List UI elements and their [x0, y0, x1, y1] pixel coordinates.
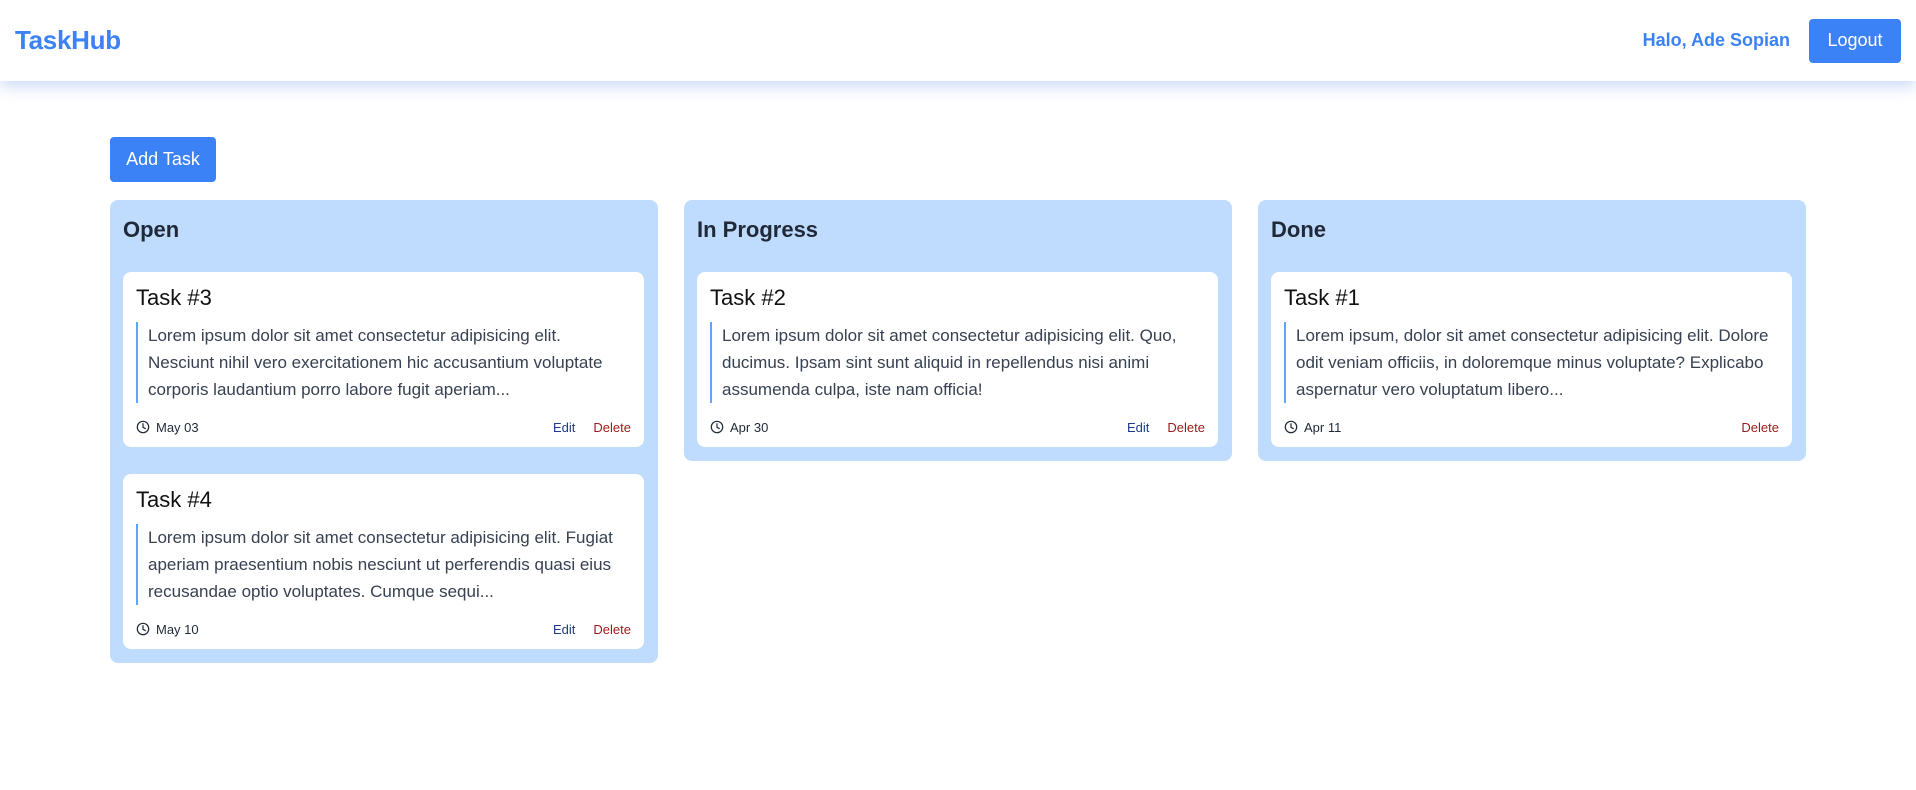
delete-link[interactable]: Delete: [593, 622, 631, 637]
task-card[interactable]: Task #3 Lorem ipsum dolor sit amet conse…: [123, 272, 644, 447]
task-card[interactable]: Task #2 Lorem ipsum dolor sit amet conse…: [697, 272, 1218, 447]
column-title: In Progress: [697, 217, 819, 242]
add-task-button[interactable]: Add Task: [110, 137, 216, 182]
task-title: Task #3: [136, 285, 212, 310]
edit-link[interactable]: Edit: [553, 622, 575, 637]
task-date-text: Apr 30: [730, 419, 769, 435]
task-date: May 10: [136, 622, 199, 637]
clock-icon: [136, 420, 150, 434]
delete-link[interactable]: Delete: [1167, 420, 1205, 435]
task-footer: May 03 Edit Delete: [136, 417, 631, 437]
task-actions: Edit Delete: [553, 420, 631, 435]
task-footer: May 10 Edit Delete: [136, 619, 631, 639]
task-footer: Apr 30 Edit Delete: [710, 417, 1205, 437]
task-footer: Apr 11 Delete: [1284, 417, 1779, 437]
task-date-text: May 10: [156, 621, 199, 637]
task-date: Apr 30: [710, 420, 768, 435]
task-date-text: May 03: [156, 419, 199, 435]
column-done: Done Task #1 Lorem ipsum, dolor sit amet…: [1258, 200, 1806, 461]
user-area: Halo, Ade Sopian Logout: [1642, 18, 1901, 63]
task-date: Apr 11: [1284, 420, 1341, 435]
column-title: Done: [1271, 217, 1326, 242]
column-in-progress: In Progress Task #2 Lorem ipsum dolor si…: [684, 200, 1232, 461]
top-navbar: TaskHub Halo, Ade Sopian Logout: [0, 0, 1916, 81]
task-title: Task #2: [710, 285, 786, 310]
delete-link[interactable]: Delete: [593, 420, 631, 435]
task-actions: Delete: [1741, 420, 1779, 435]
task-description: Lorem ipsum dolor sit amet consectetur a…: [136, 322, 631, 403]
task-actions: Edit Delete: [1127, 420, 1205, 435]
column-title: Open: [123, 217, 180, 242]
task-description: Lorem ipsum dolor sit amet consectetur a…: [710, 322, 1205, 403]
task-card[interactable]: Task #1 Lorem ipsum, dolor sit amet cons…: [1271, 272, 1792, 447]
logout-button[interactable]: Logout: [1809, 18, 1901, 63]
task-description: Lorem ipsum dolor sit amet consectetur a…: [136, 524, 631, 605]
brand-logo[interactable]: TaskHub: [15, 25, 121, 56]
clock-icon: [1284, 420, 1298, 434]
task-description: Lorem ipsum, dolor sit amet consectetur …: [1284, 322, 1779, 403]
task-date: May 03: [136, 420, 199, 435]
delete-link[interactable]: Delete: [1741, 420, 1779, 435]
clock-icon: [136, 622, 150, 636]
user-greeting: Halo, Ade Sopian: [1642, 30, 1790, 50]
task-date-text: Apr 11: [1304, 419, 1342, 435]
edit-link[interactable]: Edit: [1127, 420, 1149, 435]
task-card[interactable]: Task #4 Lorem ipsum dolor sit amet conse…: [123, 474, 644, 649]
task-actions: Edit Delete: [553, 622, 631, 637]
column-open: Open Task #3 Lorem ipsum dolor sit amet …: [110, 200, 658, 663]
edit-link[interactable]: Edit: [553, 420, 575, 435]
clock-icon: [710, 420, 724, 434]
task-title: Task #4: [136, 487, 212, 512]
task-title: Task #1: [1284, 285, 1360, 310]
